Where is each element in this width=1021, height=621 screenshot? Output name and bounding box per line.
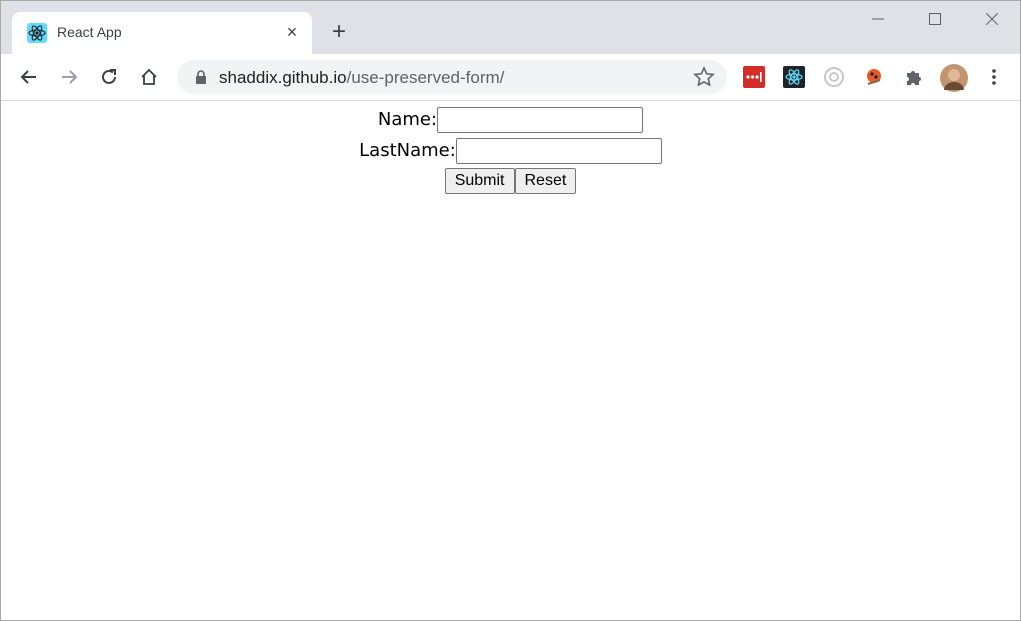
preserved-form: Name: LastName: Submit Reset: [1, 101, 1020, 195]
reset-button[interactable]: Reset: [514, 167, 577, 194]
new-tab-button[interactable]: +: [327, 20, 351, 45]
tab-react-app[interactable]: React App ×: [12, 12, 312, 54]
react-devtools-icon[interactable]: [783, 66, 805, 88]
name-row: Name:: [1, 104, 1020, 135]
window-controls: [849, 1, 1020, 37]
browser-toolbar: shaddix.github.io/use-preserved-form/: [1, 54, 1020, 101]
submit-button[interactable]: Submit: [444, 167, 515, 194]
lock-icon: [196, 70, 206, 84]
minimize-button[interactable]: [849, 1, 906, 37]
extension-ladybug-icon[interactable]: [863, 66, 885, 88]
lastname-input[interactable]: [455, 137, 662, 164]
profile-avatar[interactable]: [940, 64, 968, 92]
browser-window: React App × + shaddix.github.io/use-pres…: [0, 0, 1021, 621]
back-arrow-icon: [20, 70, 36, 84]
extensions-puzzle-icon[interactable]: [903, 66, 925, 88]
forward-arrow-icon: [62, 70, 78, 84]
home-icon: [141, 68, 157, 85]
more-menu-icon[interactable]: [983, 66, 1005, 88]
lastname-label: LastName:: [359, 139, 456, 161]
close-icon: [985, 13, 998, 25]
tab-title: React App: [57, 24, 122, 40]
home-button[interactable]: [133, 61, 165, 93]
address-bar[interactable]: shaddix.github.io/use-preserved-form/: [177, 60, 727, 94]
form-buttons: Submit Reset: [1, 166, 1020, 195]
url-path: /use-preserved-form/: [346, 68, 505, 87]
page-content: Name: LastName: Submit Reset: [1, 101, 1020, 620]
name-label: Name:: [377, 108, 438, 130]
tab-strip: React App × +: [1, 1, 1020, 54]
url-host: shaddix.github.io: [219, 68, 347, 87]
reload-button[interactable]: [93, 61, 125, 93]
bookmark-star-icon[interactable]: [693, 66, 715, 88]
tab-close-icon[interactable]: ×: [282, 22, 302, 42]
maximize-icon: [928, 13, 941, 25]
extension-circle-icon[interactable]: [823, 66, 845, 88]
lastpass-icon[interactable]: [743, 66, 765, 88]
close-window-button[interactable]: [963, 1, 1020, 37]
lastname-row: LastName:: [1, 135, 1020, 166]
react-favicon-icon: [27, 23, 47, 43]
name-input[interactable]: [437, 106, 644, 133]
maximize-button[interactable]: [906, 1, 963, 37]
reload-icon: [102, 69, 116, 84]
url-text: shaddix.github.io/use-preserved-form/: [219, 68, 504, 88]
forward-button[interactable]: [53, 61, 85, 93]
minimize-icon: [871, 18, 884, 20]
back-button[interactable]: [13, 61, 45, 93]
